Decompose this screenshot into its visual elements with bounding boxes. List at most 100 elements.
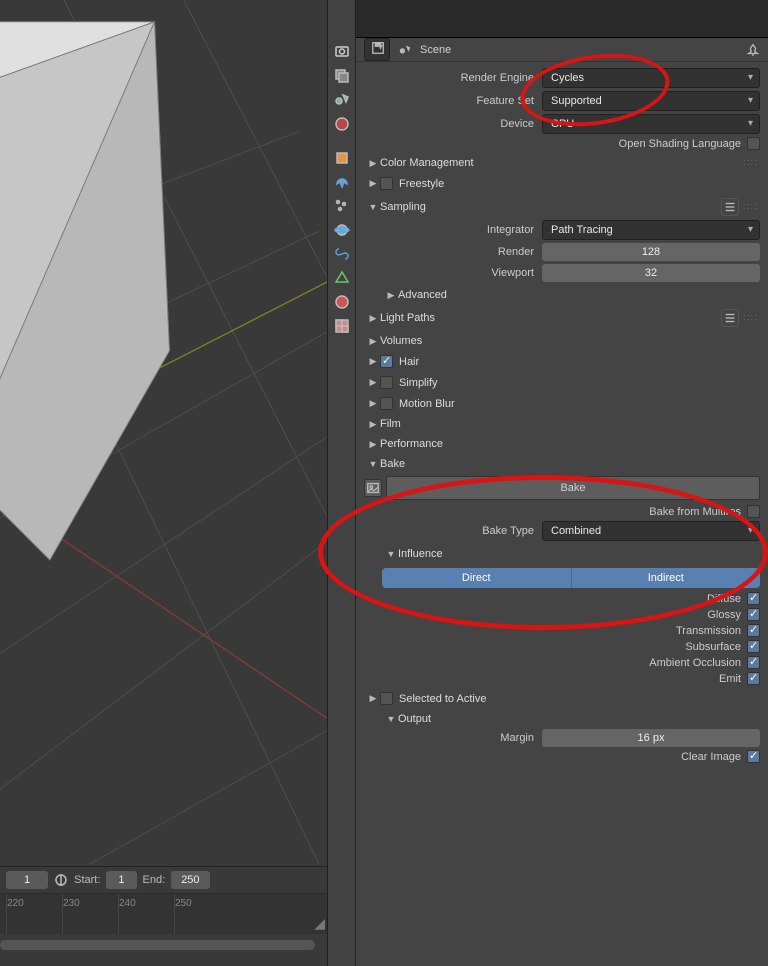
bake-type-select[interactable]: Combined [542,521,760,541]
preset-icon[interactable] [721,198,739,216]
bake-preset-button[interactable] [364,479,382,497]
tab-world[interactable] [330,112,354,136]
end-label: End: [143,874,166,886]
hair-checkbox[interactable] [380,355,393,368]
scene-icon [398,43,412,57]
breadcrumb: Scene [356,38,768,62]
clear-image-checkbox[interactable] [747,750,760,763]
diffuse-checkbox[interactable] [747,592,760,605]
grip-icon[interactable]: ∷∷ [743,202,758,213]
ao-checkbox[interactable] [747,656,760,669]
panel-film[interactable]: ▶Film [364,414,760,434]
panel-title: Film [380,418,401,430]
feature-set-select[interactable]: Supported [542,91,760,111]
end-frame-field[interactable]: 250 [171,871,209,889]
panel-light-paths[interactable]: ▶ Light Paths ∷∷ [364,305,760,331]
grip-icon[interactable]: ∷∷ [743,158,758,169]
panel-title: Hair [399,356,419,368]
horizontal-scrollbar[interactable] [0,940,315,950]
properties-panel: Scene Render Engine Cycles Feature Set S… [356,0,768,966]
panel-bake[interactable]: ▼Bake [364,454,760,474]
panel-simplify[interactable]: ▶Simplify [364,372,760,393]
glossy-label: Glossy [707,609,741,621]
tab-material[interactable] [330,290,354,314]
tab-particles[interactable] [330,194,354,218]
emit-checkbox[interactable] [747,672,760,685]
tab-modifiers[interactable] [330,170,354,194]
pin-icon[interactable] [746,43,760,57]
panel-title: Color Management [380,157,474,169]
tab-render[interactable] [330,40,354,64]
tab-object[interactable] [330,146,354,170]
osl-checkbox[interactable] [747,137,760,150]
splitter-handle-icon[interactable]: ◢ [314,915,325,932]
datablock-selector[interactable] [364,38,390,61]
device-select[interactable]: CPU [542,114,760,134]
indirect-toggle[interactable]: Indirect [572,568,761,588]
transmission-label: Transmission [676,625,741,637]
freestyle-checkbox[interactable] [380,177,393,190]
image-icon [366,481,380,495]
expand-arrow-icon: ▶ [366,158,380,169]
margin-field[interactable]: 16 px [542,729,760,747]
direct-toggle[interactable]: Direct [382,568,572,588]
expand-arrow-icon: ▶ [366,178,380,189]
render-samples-label: Render [382,246,542,258]
viewport-samples-label: Viewport [382,267,542,279]
collapse-arrow-icon: ▼ [384,549,398,559]
current-frame-field[interactable]: 1 [6,871,48,889]
tab-texture[interactable] [330,314,354,338]
simplify-checkbox[interactable] [380,376,393,389]
panel-selected-to-active[interactable]: ▶Selected to Active [364,688,760,709]
panel-influence[interactable]: ▼Influence [382,544,760,564]
panel-title: Output [398,713,431,725]
glossy-checkbox[interactable] [747,608,760,621]
render-samples-field[interactable]: 128 [542,243,760,261]
tab-object-data[interactable] [330,266,354,290]
preset-icon[interactable] [721,309,739,327]
bake-from-multires-checkbox[interactable] [747,505,760,518]
panel-freestyle[interactable]: ▶ Freestyle [364,173,760,194]
device-label: Device [364,118,542,130]
motion-blur-checkbox[interactable] [380,397,393,410]
tab-scene[interactable] [330,88,354,112]
subsurface-checkbox[interactable] [747,640,760,653]
panel-advanced[interactable]: ▶ Advanced [382,285,760,305]
start-frame-field[interactable]: 1 [106,871,136,889]
feature-set-label: Feature Set [364,95,542,107]
ao-label: Ambient Occlusion [649,657,741,669]
panel-motion-blur[interactable]: ▶Motion Blur [364,393,760,414]
viewport-samples-field[interactable]: 32 [542,264,760,282]
grip-icon[interactable]: ∷∷ [743,313,758,324]
transmission-checkbox[interactable] [747,624,760,637]
3d-viewport[interactable] [0,0,327,866]
bake-from-multires-label: Bake from Multires [649,506,741,518]
panel-output[interactable]: ▼Output [382,709,760,729]
timeline-ruler[interactable]: 220 230 240 250 ◢ [0,894,327,934]
panel-title: Selected to Active [399,693,486,705]
expand-arrow-icon: ▶ [366,439,380,450]
panel-sampling[interactable]: ▼ Sampling ∷∷ [364,194,760,220]
emit-label: Emit [719,673,741,685]
bake-button[interactable]: Bake [386,476,760,500]
breadcrumb-scene[interactable]: Scene [420,44,451,56]
expand-arrow-icon: ▶ [366,336,380,347]
collapse-arrow-icon: ▼ [366,202,380,212]
selected-to-active-checkbox[interactable] [380,692,393,705]
tab-constraints[interactable] [330,242,354,266]
start-label: Start: [74,874,100,886]
margin-label: Margin [382,732,542,744]
viewport-column: 1 Start: 1 End: 250 220 230 240 250 ◢ [0,0,328,966]
tab-physics[interactable] [330,218,354,242]
expand-arrow-icon: ▶ [366,313,380,324]
integrator-select[interactable]: Path Tracing [542,220,760,240]
render-engine-select[interactable]: Cycles [542,68,760,88]
tick: 250 [174,894,230,934]
panel-performance[interactable]: ▶Performance [364,434,760,454]
panel-volumes[interactable]: ▶Volumes [364,331,760,351]
tab-view-layer[interactable] [330,64,354,88]
panel-color-management[interactable]: ▶ Color Management ∷∷ [364,153,760,173]
render-engine-label: Render Engine [364,72,542,84]
panel-hair[interactable]: ▶Hair [364,351,760,372]
panel-title: Light Paths [380,312,435,324]
